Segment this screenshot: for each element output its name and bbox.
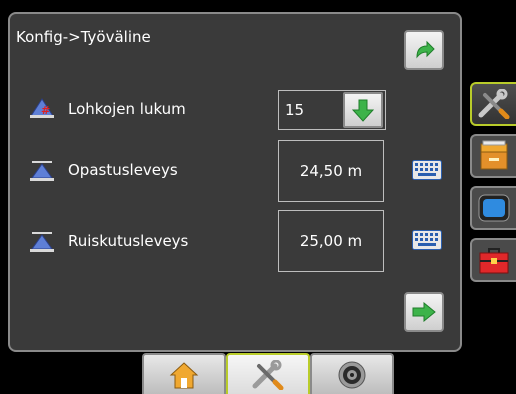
page-title: Konfig->Työväline bbox=[16, 28, 151, 46]
setup-panel bbox=[8, 12, 462, 352]
back-button[interactable] bbox=[404, 30, 444, 70]
sections-dropdown-button[interactable] bbox=[343, 92, 383, 128]
keyboard-icon[interactable] bbox=[412, 230, 442, 250]
guidance-width-value: 24,50 m bbox=[299, 162, 363, 180]
next-arrow-icon bbox=[412, 302, 436, 322]
sections-label: Lohkojen lukum bbox=[68, 100, 186, 118]
back-arrow-icon bbox=[416, 40, 435, 59]
side-tab-toolbox[interactable] bbox=[470, 238, 516, 282]
data-management-icon bbox=[480, 140, 508, 170]
bottom-tab-configuration[interactable] bbox=[226, 353, 310, 394]
guidance-width-icon bbox=[30, 161, 54, 181]
sections-value: 15 bbox=[285, 101, 305, 119]
bottom-tab-guidance[interactable] bbox=[310, 353, 394, 394]
side-tab-tools[interactable] bbox=[470, 82, 516, 126]
next-button[interactable] bbox=[404, 292, 444, 332]
side-tab-data-management[interactable] bbox=[470, 134, 516, 178]
guidance-icon bbox=[338, 361, 366, 388]
boom-sections-icon: # bbox=[30, 98, 54, 118]
svg-text:#: # bbox=[41, 104, 50, 117]
screen: Konfig->Työväline # Lohkojen lukum 15 Op… bbox=[0, 0, 516, 394]
keyboard-icon[interactable] bbox=[412, 160, 442, 180]
side-tab-display[interactable] bbox=[470, 186, 516, 230]
application-width-label: Ruiskutusleveys bbox=[68, 232, 189, 250]
display-icon bbox=[478, 194, 510, 222]
guidance-width-label: Opastusleveys bbox=[68, 161, 178, 179]
home-icon bbox=[169, 361, 199, 388]
tools-icon bbox=[478, 89, 510, 119]
toolbox-icon bbox=[479, 248, 509, 274]
application-width-icon bbox=[30, 232, 54, 252]
application-width-field[interactable]: 25,00 m bbox=[278, 210, 384, 272]
application-width-value: 25,00 m bbox=[299, 232, 363, 250]
configuration-icon bbox=[252, 359, 284, 390]
guidance-width-field[interactable]: 24,50 m bbox=[278, 140, 384, 202]
down-arrow-icon bbox=[352, 99, 374, 122]
bottom-tab-home[interactable] bbox=[142, 353, 226, 394]
